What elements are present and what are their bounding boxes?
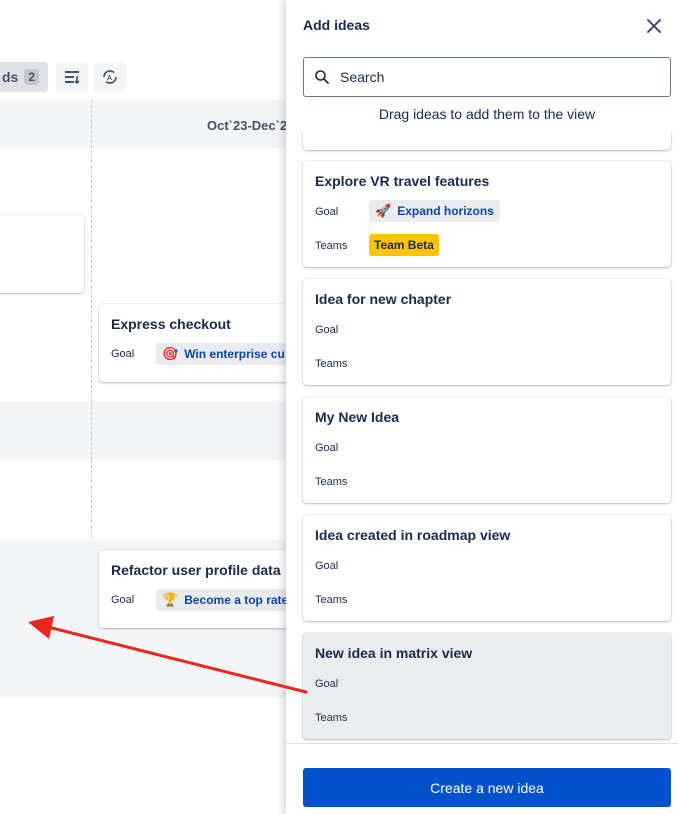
list-divider (286, 743, 678, 744)
idea-title: Idea created in roadmap view (315, 527, 511, 543)
add-ideas-drawer: Add ideas Drag ideas to add them to the … (286, 0, 678, 814)
trophy-icon: 🏆 (162, 592, 179, 607)
drawer-title: Add ideas (303, 17, 370, 33)
auto-arrange-button[interactable]: A (94, 62, 126, 92)
idea-goal-label: Goal (315, 206, 339, 218)
group-by-button[interactable] (56, 62, 88, 92)
goal-text: Become a top rate (184, 593, 289, 607)
idea-title: My New Idea (315, 409, 400, 425)
idea-card[interactable]: My New Idea Goal Teams (303, 397, 671, 503)
idea-goal-label: Goal (315, 324, 339, 336)
goal-chip[interactable]: 🎯 Win enterprise cu (156, 343, 291, 365)
card-goal-label: Goal (111, 594, 135, 606)
target-icon: 🎯 (162, 346, 179, 361)
column-divider (91, 402, 92, 460)
idea-teams-label: Teams (315, 594, 348, 606)
auto-arrange-icon: A (103, 70, 117, 84)
goal-text: Win enterprise cu (184, 347, 285, 361)
idea-card[interactable]: Explore VR travel features Goal 🚀 Expand… (303, 161, 671, 267)
rocket-icon: 🚀 (375, 203, 392, 218)
idea-card[interactable]: Idea for new chapter Goal Teams (303, 279, 671, 385)
roadmap-card-express-checkout[interactable]: Express checkout Goal 🎯 Win enterprise c… (99, 304, 300, 382)
idea-title: Idea for new chapter (315, 291, 452, 307)
idea-goal-label: Goal (315, 678, 339, 690)
drag-hint: Drag ideas to add them to the view (378, 106, 596, 122)
idea-card[interactable]: Idea created in roadmap view Goal Teams (303, 515, 671, 621)
close-button[interactable] (642, 14, 666, 38)
idea-teams-label: Teams (315, 476, 348, 488)
group-icon (65, 71, 80, 85)
fields-filter-count: 2 (24, 69, 40, 85)
roadmap-view: ds 2 A Oct`23-Dec`2 Express checkout Goa… (0, 0, 300, 814)
close-icon (647, 19, 661, 33)
column-header: Oct`23-Dec`2 (207, 118, 288, 133)
card-title: Express checkout (111, 316, 231, 332)
svg-text:A: A (107, 75, 112, 82)
search-input[interactable] (340, 69, 660, 85)
idea-teams-label: Teams (315, 358, 348, 370)
idea-card[interactable]: New idea in matrix view Goal Teams (303, 633, 671, 739)
goal-chip[interactable]: 🚀 Expand horizons (369, 200, 500, 222)
card-title: Refactor user profile data (111, 562, 281, 578)
roadmap-card[interactable] (0, 215, 84, 293)
idea-title: Explore VR travel features (315, 173, 490, 189)
idea-title: New idea in matrix view (315, 645, 473, 661)
idea-goal-label: Goal (315, 560, 339, 572)
ideas-list[interactable]: Explore VR travel features Goal 🚀 Expand… (286, 132, 678, 744)
idea-card[interactable] (303, 132, 671, 150)
idea-teams-label: Teams (315, 240, 348, 252)
goal-text: Expand horizons (397, 204, 494, 218)
fields-filter-button[interactable]: ds 2 (0, 62, 48, 92)
goal-chip[interactable]: 🏆 Become a top rate (156, 589, 295, 611)
create-new-idea-button[interactable]: Create a new idea (303, 768, 671, 807)
idea-goal-label: Goal (315, 442, 339, 454)
card-goal-label: Goal (111, 348, 135, 360)
roadmap-card-refactor[interactable]: Refactor user profile data Goal 🏆 Become… (99, 550, 300, 628)
fields-filter-label: ds (2, 69, 19, 85)
search-icon (315, 70, 329, 84)
swimlane-band (0, 402, 300, 460)
search-field[interactable] (303, 57, 671, 97)
idea-teams-label: Teams (315, 712, 348, 724)
team-chip[interactable]: Team Beta (369, 234, 439, 256)
